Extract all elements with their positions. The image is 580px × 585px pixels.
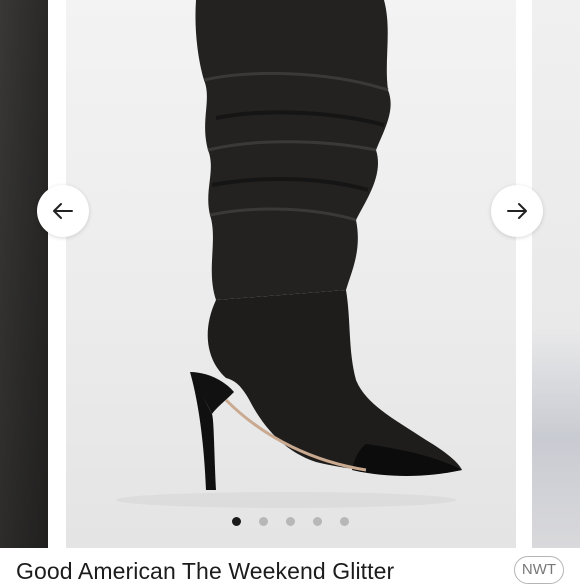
arrow-left-icon: [53, 203, 73, 219]
listing-title-bar: Good American The Weekend Glitter: [0, 548, 580, 584]
carousel-pagination: [0, 515, 580, 527]
pagination-dot[interactable]: [339, 516, 349, 526]
pagination-dot[interactable]: [258, 516, 268, 526]
boot-illustration: [116, 0, 462, 508]
arrow-right-icon: [507, 203, 527, 219]
pagination-dot[interactable]: [285, 516, 295, 526]
previous-image-button[interactable]: [37, 185, 89, 237]
next-image-button[interactable]: [491, 185, 543, 237]
pagination-dot[interactable]: [231, 516, 241, 526]
listing-title: Good American The Weekend Glitter: [16, 558, 395, 584]
next-slide-peek: [532, 0, 580, 548]
pagination-dot[interactable]: [312, 516, 322, 526]
previous-slide-peek: [0, 0, 48, 548]
image-carousel[interactable]: [0, 0, 580, 548]
product-image: [66, 0, 516, 548]
